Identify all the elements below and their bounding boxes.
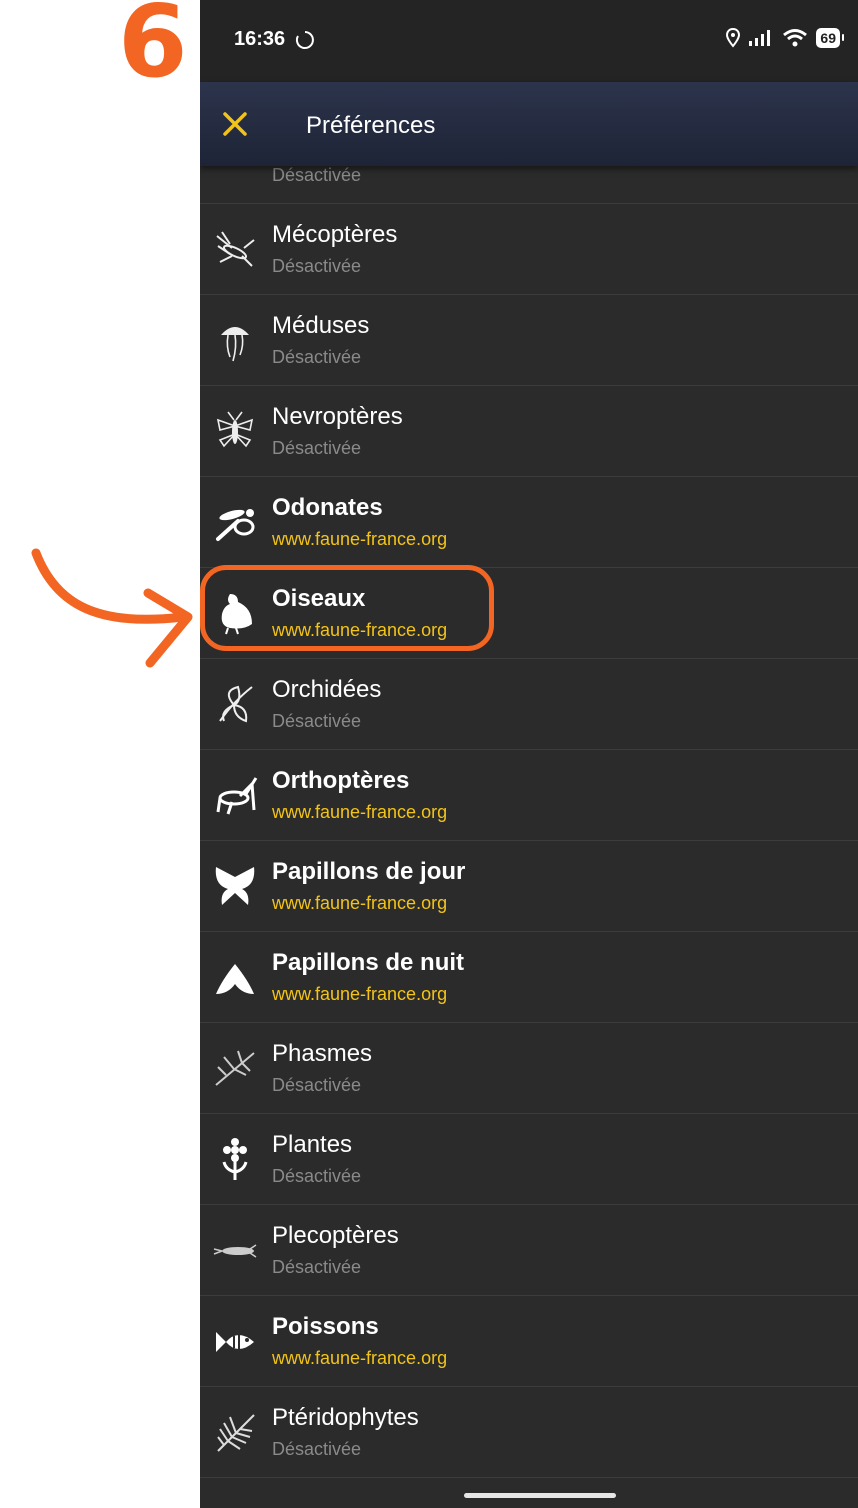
list-item[interactable]: Poissons www.faune-france.org	[200, 1296, 858, 1387]
list-item-title: Orchidées	[272, 676, 382, 703]
list-item[interactable]: Papillons de jour www.faune-france.org	[200, 841, 858, 932]
status-icons: 69	[726, 28, 844, 48]
annotation-arrow-icon	[31, 548, 193, 668]
status-time: 16:36	[234, 28, 286, 50]
preferences-list: Désactivée Mécoptères Désactivée Méduses Dés…	[200, 113, 858, 1478]
list-item[interactable]: Phasmes Désactivée	[200, 1023, 858, 1114]
fern-icon	[217, 1414, 255, 1452]
list-item-subtitle: Désactivée	[272, 1257, 362, 1277]
list-item-subtitle: Désactivée	[272, 1439, 362, 1459]
home-indicator[interactable]	[464, 1493, 616, 1498]
stick-insect-icon	[215, 1050, 255, 1086]
list-item-subtitle: www.faune-france.org	[272, 802, 448, 822]
location-icon	[726, 28, 741, 48]
list-item-subtitle: www.faune-france.org	[272, 529, 448, 549]
list-item-title: Nevroptères	[272, 403, 403, 430]
jellyfish-icon	[221, 327, 249, 362]
list-item-subtitle: Désactivée	[272, 347, 362, 367]
list-item[interactable]: Orchidées Désactivée	[200, 659, 858, 750]
list-item-title: Ptéridophytes	[272, 1404, 419, 1431]
step-number: 6	[118, 0, 188, 100]
list-item[interactable]: Papillons de nuit www.faune-france.org	[200, 932, 858, 1023]
list-item[interactable]: Orthoptères www.faune-france.org	[200, 750, 858, 841]
moth-icon	[216, 964, 254, 994]
list-item-subtitle: www.faune-france.org	[272, 984, 448, 1004]
list-item[interactable]: Nevroptères Désactivée	[200, 386, 858, 477]
list-item-title: Plecoptères	[272, 1222, 399, 1249]
wifi-icon	[783, 29, 808, 47]
battery-indicator: 69	[816, 28, 844, 48]
list-item-title: Poissons	[272, 1313, 379, 1340]
list-item-title: Odonates	[272, 494, 383, 521]
list-item-subtitle: www.faune-france.org	[272, 1348, 448, 1368]
list-item-title: Mécoptères	[272, 221, 398, 248]
list-item-subtitle: Désactivée	[272, 1075, 362, 1095]
list-item-subtitle: www.faune-france.org	[272, 893, 448, 913]
list-item-subtitle: Désactivée	[272, 438, 362, 458]
close-icon[interactable]	[216, 105, 254, 143]
annotation-highlight	[200, 565, 494, 651]
list-item-subtitle: Désactivée	[272, 711, 362, 731]
list-item[interactable]: Méduses Désactivée	[200, 295, 858, 386]
butterfly-icon	[215, 867, 255, 905]
list-item-title: Orthoptères	[272, 767, 410, 794]
dragonfly-icon	[216, 509, 255, 541]
list-item-subtitle: Désactivée	[272, 256, 362, 276]
grasshopper-icon	[216, 777, 258, 815]
page-title: Préférences	[306, 112, 436, 139]
list-item[interactable]: Plecoptères Désactivée	[200, 1205, 858, 1296]
list-item-title: Méduses	[272, 312, 370, 339]
orchid-icon	[219, 685, 253, 723]
fish-icon	[216, 1332, 254, 1352]
loading-icon	[295, 31, 314, 49]
list-item-subtitle: Désactivée	[272, 165, 362, 185]
stonefly-icon	[213, 1244, 257, 1258]
app-bar: Préférences	[200, 82, 858, 166]
list-item-title: Plantes	[272, 1131, 353, 1158]
list-item-title: Papillons de jour	[272, 858, 466, 885]
scorpionfly-icon	[216, 231, 255, 267]
status-bar: 16:36 69	[200, 0, 858, 82]
list-item[interactable]: Mécoptères Désactivée	[200, 204, 858, 295]
lacewing-icon	[216, 411, 254, 448]
signal-icon	[749, 30, 771, 46]
list-item[interactable]: Plantes Désactivée	[200, 1114, 858, 1205]
phone-screen: 16:36 69 DésactivéeMécoptèresDésactivé	[200, 0, 858, 1508]
list-item[interactable]: Ptéridophytes Désactivée	[200, 1387, 858, 1478]
list-item-title: Papillons de nuit	[272, 949, 465, 976]
list-item-subtitle: Désactivée	[272, 1166, 362, 1186]
flower-icon	[222, 1138, 248, 1180]
list-item[interactable]: Odonates www.faune-france.org	[200, 477, 858, 568]
list-item-title: Phasmes	[272, 1040, 373, 1067]
